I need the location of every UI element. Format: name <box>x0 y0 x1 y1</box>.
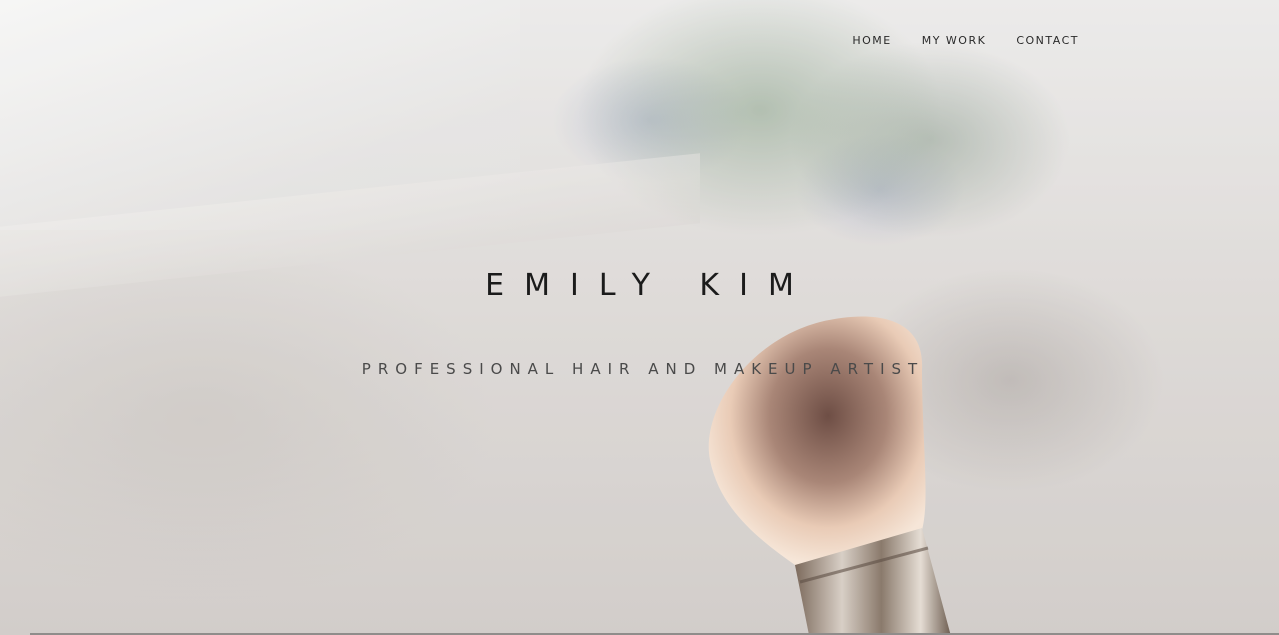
nav-link-my-work[interactable]: MY WORK <box>922 34 987 47</box>
site-title: EMILY KIM <box>485 268 814 303</box>
makeup-brush-image <box>708 316 951 635</box>
background-overlay <box>0 0 1279 635</box>
site-tagline: PROFESSIONAL HAIR AND MAKEUP ARTIST <box>361 360 925 378</box>
main-navigation: HOME MY WORK CONTACT <box>852 34 1079 47</box>
nav-link-contact[interactable]: CONTACT <box>1016 34 1079 47</box>
nav-link-home[interactable]: HOME <box>852 34 891 47</box>
hero-section: HOME MY WORK CONTACT EMILY KIM PROFESSIO… <box>0 0 1279 635</box>
